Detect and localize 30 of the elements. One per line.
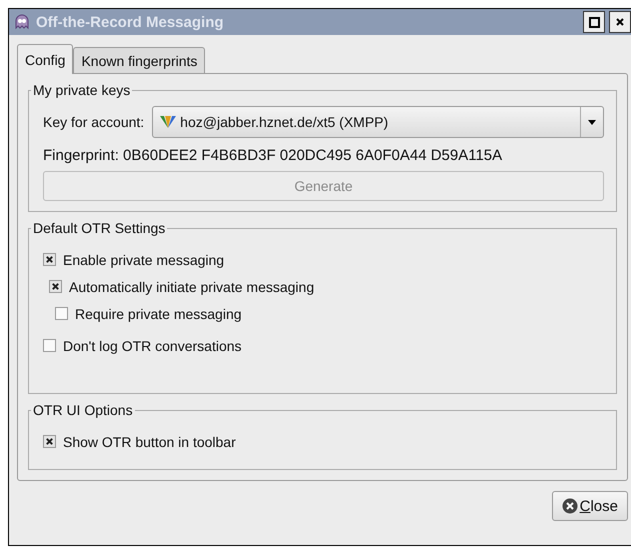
field-label: Key for account: <box>43 114 144 130</box>
group-title: OTR UI Options <box>32 402 134 418</box>
checkbox[interactable] <box>49 280 62 293</box>
close-icon <box>562 498 578 514</box>
close-window-button[interactable] <box>609 11 631 33</box>
dropdown-arrow-icon <box>588 120 596 124</box>
fingerprint-text: Fingerprint: 0B60DEE2 F4B6BD3F 020DC495 6A0F0A44 D59A115A <box>43 147 504 164</box>
checkbox-label: Require private messaging <box>75 306 242 322</box>
checkbox-label: Don't log OTR conversations <box>63 338 242 354</box>
checkbox[interactable] <box>43 435 56 448</box>
window-title: Off-the-Record Messaging <box>36 14 225 30</box>
checkbox[interactable] <box>43 339 56 352</box>
group-title: My private keys <box>32 82 132 98</box>
checkbox[interactable] <box>43 253 56 266</box>
group-title: Default OTR Settings <box>32 220 166 236</box>
check-mark-icon <box>45 255 54 264</box>
maximize-button[interactable] <box>583 11 605 33</box>
close-icon <box>615 17 625 27</box>
check-mark-icon <box>45 437 54 446</box>
account-dropdown[interactable]: hoz@jabber.hznet.de/xt5 (XMPP) <box>152 106 604 138</box>
checkbox[interactable] <box>55 307 68 320</box>
check-mark-icon <box>51 282 60 291</box>
checkbox-label: Enable private messaging <box>63 252 224 268</box>
tab[interactable]: Known fingerprints <box>73 47 206 73</box>
v-logo-icon <box>160 115 176 129</box>
ghost-icon <box>14 14 30 30</box>
close-button[interactable]: Close <box>552 491 628 521</box>
checkbox-label: Show OTR button in toolbar <box>63 434 236 450</box>
checkbox-label: Automatically initiate private messaging <box>69 278 314 294</box>
tab[interactable]: Config <box>17 44 74 74</box>
